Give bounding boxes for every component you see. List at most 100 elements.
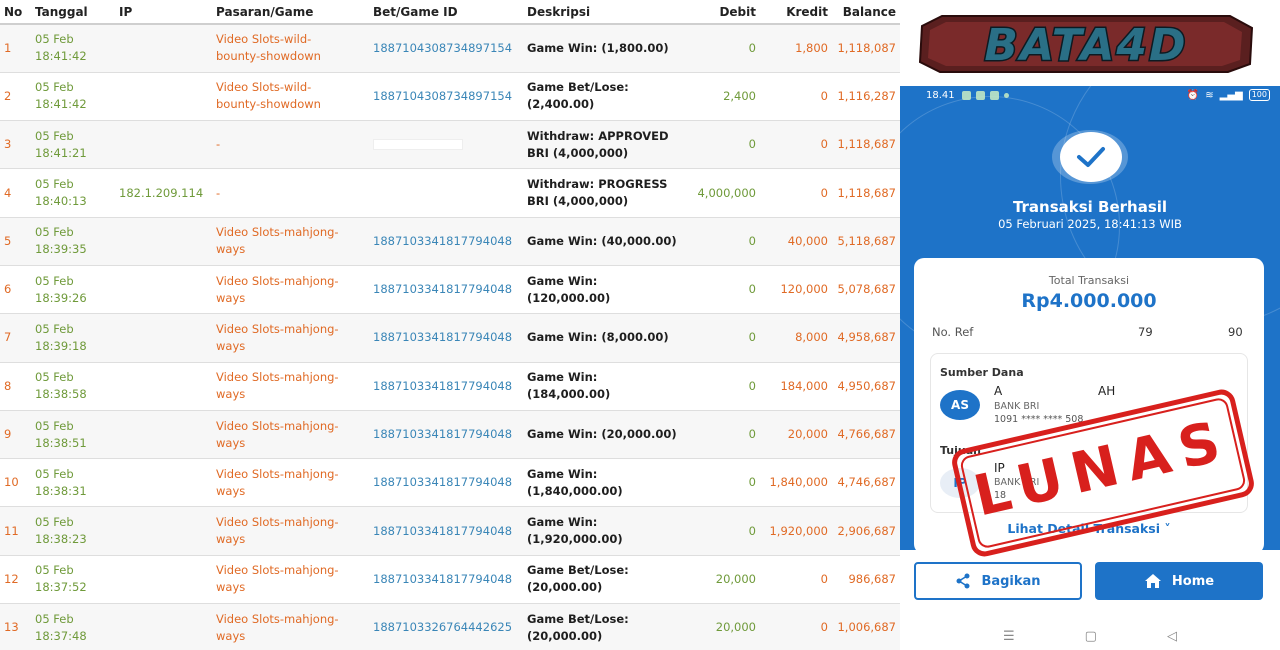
- row-number: 8: [4, 378, 12, 393]
- cell-bet-id[interactable]: 1887103341817794048: [369, 217, 523, 266]
- transaction-history-table: No Tanggal IP Pasaran/Game Bet/Game ID D…: [0, 0, 900, 650]
- cell-game: Video Slots-mahjong-ways: [212, 410, 369, 460]
- table-row: 8 05 Feb 18:38:58 Video Slots-mahjong-ways 1…: [0, 362, 900, 411]
- cell-kredit: 0: [760, 120, 832, 170]
- status-bar: 18.41 ⏰ ≋ ▂▄▆ 100: [900, 86, 1280, 106]
- cell-balance: 1,006,687: [832, 603, 900, 650]
- row-date: 05 Feb: [35, 515, 74, 530]
- cell-kredit: 1,920,000: [760, 506, 832, 556]
- row-bet-id: 1887103326764442625: [373, 620, 513, 635]
- row-number: 12: [4, 571, 19, 586]
- bata4d-logo: BATA4D: [918, 15, 1254, 73]
- back-icon[interactable]: ◁: [1167, 629, 1177, 644]
- row-balance: 1,006,687: [837, 620, 896, 635]
- row-time: 18:38:23: [35, 532, 87, 547]
- cell-ip: [115, 555, 212, 605]
- row-game-line1: Video Slots-mahjong-: [216, 515, 339, 530]
- cell-bet-id[interactable]: 1887103341817794048: [369, 458, 523, 508]
- header-deskripsi: Deskripsi: [523, 0, 688, 25]
- cell-bet-id[interactable]: 1887103341817794048: [369, 265, 523, 315]
- sumber-dana-label: Sumber Dana: [940, 366, 1024, 379]
- cell-bet-id[interactable]: 1887103341817794048: [369, 410, 523, 460]
- cell-bet-id[interactable]: 1887103326764442625: [369, 603, 523, 650]
- row-date: 05 Feb: [35, 466, 74, 481]
- cell-ip: [115, 72, 212, 122]
- cell-game: Video Slots-mahjong-ways: [212, 362, 369, 411]
- cell-no: 10: [0, 458, 31, 508]
- row-number: 1: [4, 40, 12, 55]
- cell-balance: 4,950,687: [832, 362, 900, 411]
- row-time: 18:39:35: [35, 242, 87, 257]
- cell-ip: [115, 24, 212, 73]
- cell-game: -: [212, 120, 369, 170]
- share-button[interactable]: Bagikan: [914, 562, 1082, 600]
- cell-debit: 0: [688, 120, 760, 170]
- sender-bank: BANK BRI: [994, 401, 1040, 412]
- row-number: 7: [4, 330, 12, 345]
- bank-app-screen: 18.41 ⏰ ≋ ▂▄▆ 100 Transaksi Berhasil 05 …: [900, 86, 1280, 650]
- android-nav-bar: ☰ ▢ ◁: [900, 624, 1280, 648]
- cell-bet-id[interactable]: 1887103341817794048: [369, 506, 523, 556]
- row-desc-line1: Game Win: (8,000.00): [527, 330, 669, 345]
- cell-bet-id[interactable]: 1887104308734897154: [369, 72, 523, 122]
- cell-tanggal: 05 Feb 18:38:31: [31, 458, 115, 508]
- header-ip: IP: [115, 0, 212, 25]
- cell-ip: [115, 603, 212, 650]
- cell-ip: [115, 313, 212, 363]
- cell-balance: 1,116,287: [832, 72, 900, 122]
- status-time: 18.41: [926, 90, 955, 101]
- row-game-line2: ways: [216, 338, 246, 353]
- cell-bet-id[interactable]: 1887103341817794048: [369, 313, 523, 363]
- dot-icon: [1004, 93, 1009, 98]
- row-desc-line1: Game Win:: [527, 515, 598, 530]
- cell-no: 2: [0, 72, 31, 122]
- row-debit: 0: [748, 137, 756, 152]
- notification-icons: [962, 91, 1009, 100]
- cell-game: Video Slots-mahjong-ways: [212, 265, 369, 315]
- row-bet-id: 1887104308734897154: [373, 88, 513, 103]
- total-label: Total Transaksi: [1048, 274, 1130, 287]
- row-number: 5: [4, 233, 12, 248]
- cell-bet-id[interactable]: [369, 120, 523, 170]
- table-row: 11 05 Feb 18:38:23 Video Slots-mahjong-ways…: [0, 506, 900, 556]
- cell-balance: 2,906,687: [832, 506, 900, 556]
- cell-bet-id[interactable]: [369, 168, 523, 218]
- cell-kredit: 0: [760, 168, 832, 218]
- cell-tanggal: 05 Feb 18:41:42: [31, 72, 115, 122]
- cell-no: 1: [0, 24, 31, 73]
- header-tanggal: Tanggal: [31, 0, 115, 25]
- cell-debit: 0: [688, 217, 760, 266]
- row-kredit: 1,920,000: [769, 523, 828, 538]
- table-row: 12 05 Feb 18:37:52 Video Slots-mahjong-ways…: [0, 555, 900, 605]
- cell-no: 11: [0, 506, 31, 556]
- success-check-icon: [1060, 132, 1122, 182]
- cell-no: 3: [0, 120, 31, 170]
- recent-apps-icon[interactable]: ☰: [1003, 629, 1015, 644]
- home-nav-icon[interactable]: ▢: [1085, 629, 1097, 644]
- cell-deskripsi: Game Bet/Lose: (2,400.00): [523, 72, 688, 122]
- cell-bet-id[interactable]: 1887103341817794048: [369, 362, 523, 411]
- cell-kredit: 184,000: [760, 362, 832, 411]
- success-title: Transaksi Berhasil: [1012, 198, 1168, 216]
- row-date: 05 Feb: [35, 370, 74, 385]
- home-label: Home: [1171, 573, 1215, 589]
- row-balance: 5,078,687: [837, 282, 896, 297]
- row-time: 18:39:26: [35, 290, 87, 305]
- row-desc-line1: Game Win: (184,000.00): [527, 370, 611, 402]
- row-game-line1: Video Slots-mahjong-: [216, 611, 339, 626]
- cell-bet-id[interactable]: 1887104308734897154: [369, 24, 523, 73]
- cell-deskripsi: Game Bet/Lose: (20,000.00): [523, 603, 688, 650]
- cell-no: 5: [0, 217, 31, 266]
- cell-game: Video Slots-mahjong-ways: [212, 458, 369, 508]
- row-kredit: 184,000: [780, 378, 828, 393]
- row-desc-line1: Withdraw: PROGRESS: [527, 177, 668, 192]
- table-row: 1 05 Feb 18:41:42 Video Slots-wild-bounty-s…: [0, 24, 900, 73]
- row-balance: 1,118,687: [837, 185, 896, 200]
- home-button[interactable]: Home: [1095, 562, 1263, 600]
- cell-bet-id[interactable]: 1887103341817794048: [369, 555, 523, 605]
- cell-game: Video Slots-mahjong-ways: [212, 603, 369, 650]
- row-bet-id: 1887103341817794048: [373, 523, 513, 538]
- row-date: 05 Feb: [35, 128, 74, 143]
- cell-balance: 986,687: [832, 555, 900, 605]
- home-icon: [1144, 574, 1161, 588]
